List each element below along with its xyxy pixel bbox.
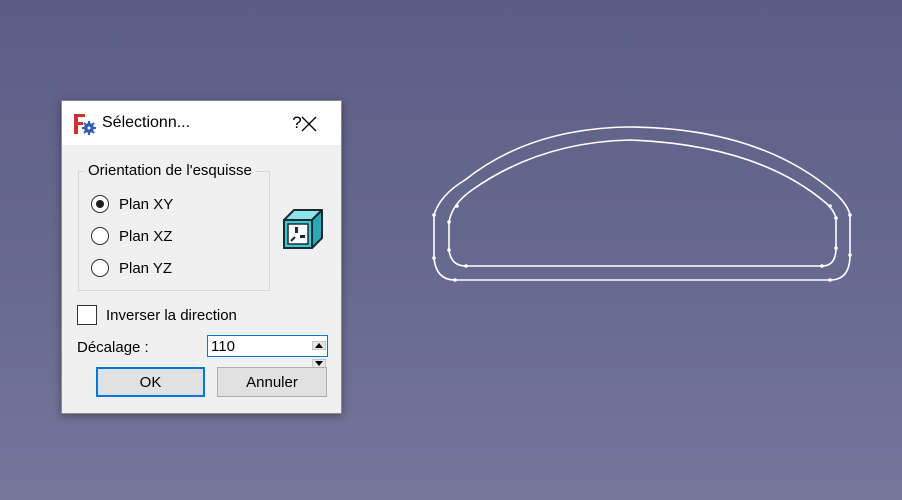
cancel-button[interactable]: Annuler — [217, 367, 327, 397]
radio-plan-xy[interactable]: Plan XY — [91, 193, 173, 215]
invert-direction-checkbox[interactable] — [77, 305, 97, 325]
radio-button[interactable] — [91, 195, 109, 213]
close-icon[interactable] — [298, 113, 320, 135]
radio-button[interactable] — [91, 227, 109, 245]
radio-label: Plan XZ — [119, 227, 173, 245]
profile-outer-outline — [433, 126, 851, 281]
invert-direction-label: Inverser la direction — [106, 306, 237, 324]
chevron-up-icon[interactable] — [311, 340, 327, 351]
view-cube-icon — [283, 209, 323, 249]
offset-stepper[interactable] — [311, 337, 327, 369]
offset-input[interactable]: 110 — [211, 338, 235, 355]
profile-vertices — [432, 204, 852, 282]
radio-label: Plan XY — [119, 195, 174, 213]
dialog-title: Sélectionn... — [102, 114, 191, 131]
radio-plan-xz[interactable]: Plan XZ — [91, 225, 172, 247]
freecad-gear-icon — [74, 114, 96, 135]
offset-label: Décalage : — [77, 339, 149, 356]
invert-direction-row[interactable]: Inverser la direction — [77, 304, 237, 326]
radio-button[interactable] — [91, 259, 109, 277]
orientation-group-title: Orientation de l'esquisse — [84, 162, 256, 179]
radio-plan-yz[interactable]: Plan YZ — [91, 257, 172, 279]
profile-inner-outline — [448, 139, 837, 267]
radio-label: Plan YZ — [119, 259, 173, 277]
ok-button[interactable]: OK — [96, 367, 205, 397]
dialog-titlebar[interactable]: Sélectionn... ? — [62, 101, 341, 145]
sketch-orientation-dialog: Sélectionn... ? Orientation de l'esquiss… — [61, 100, 342, 414]
offset-spinbox[interactable]: 110 — [207, 335, 328, 369]
